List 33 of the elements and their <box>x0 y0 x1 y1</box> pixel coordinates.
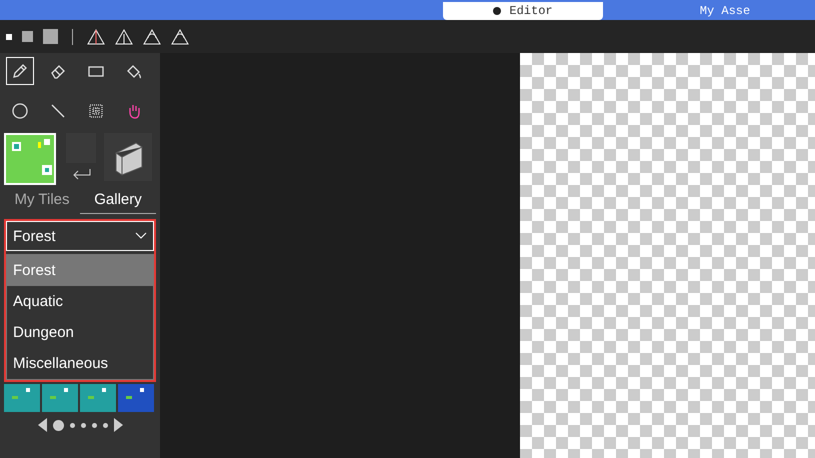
page-dot[interactable] <box>92 422 96 428</box>
page-dot[interactable] <box>80 422 86 428</box>
circle-icon <box>11 102 29 120</box>
next-arrow-icon[interactable] <box>114 418 122 432</box>
dropdown-option[interactable]: Dungeon <box>7 317 153 348</box>
pencil-icon <box>11 62 29 80</box>
category-select[interactable]: Forest <box>6 221 154 251</box>
dropdown-option[interactable]: Forest <box>7 255 153 286</box>
chevron-icon <box>135 232 147 240</box>
top-tab[interactable]: My Asse <box>645 2 805 20</box>
tool-button[interactable] <box>6 57 34 85</box>
gallery-tile[interactable] <box>80 384 116 412</box>
tile-tab[interactable]: My Tiles <box>4 189 80 214</box>
top-tab[interactable]: Editor <box>443 2 603 20</box>
brush-size-button[interactable] <box>6 34 12 40</box>
rotate-triangle-icon[interactable] <box>143 28 161 44</box>
page-dot[interactable] <box>70 422 74 428</box>
page-dot[interactable] <box>102 422 108 428</box>
page-dot[interactable] <box>52 420 64 430</box>
gallery-tile[interactable] <box>118 384 154 412</box>
gallery-tile[interactable] <box>42 384 78 412</box>
rotate-triangle-icon[interactable] <box>171 28 189 44</box>
previous-arrow-icon[interactable] <box>38 418 46 432</box>
grass-tile-preview <box>4 133 56 185</box>
mirror-triangle-icon[interactable] <box>87 28 105 44</box>
select-grid-icon <box>87 102 105 120</box>
dropdown-option[interactable]: Miscellaneous <box>7 348 153 379</box>
dropdown-option[interactable]: Aquatic <box>7 286 153 317</box>
triangle-icon[interactable] <box>115 28 133 44</box>
line-icon <box>49 102 67 120</box>
tile-tab[interactable]: Gallery <box>80 189 156 214</box>
gallery-tile[interactable] <box>4 384 40 412</box>
cube-icon[interactable] <box>104 133 152 181</box>
